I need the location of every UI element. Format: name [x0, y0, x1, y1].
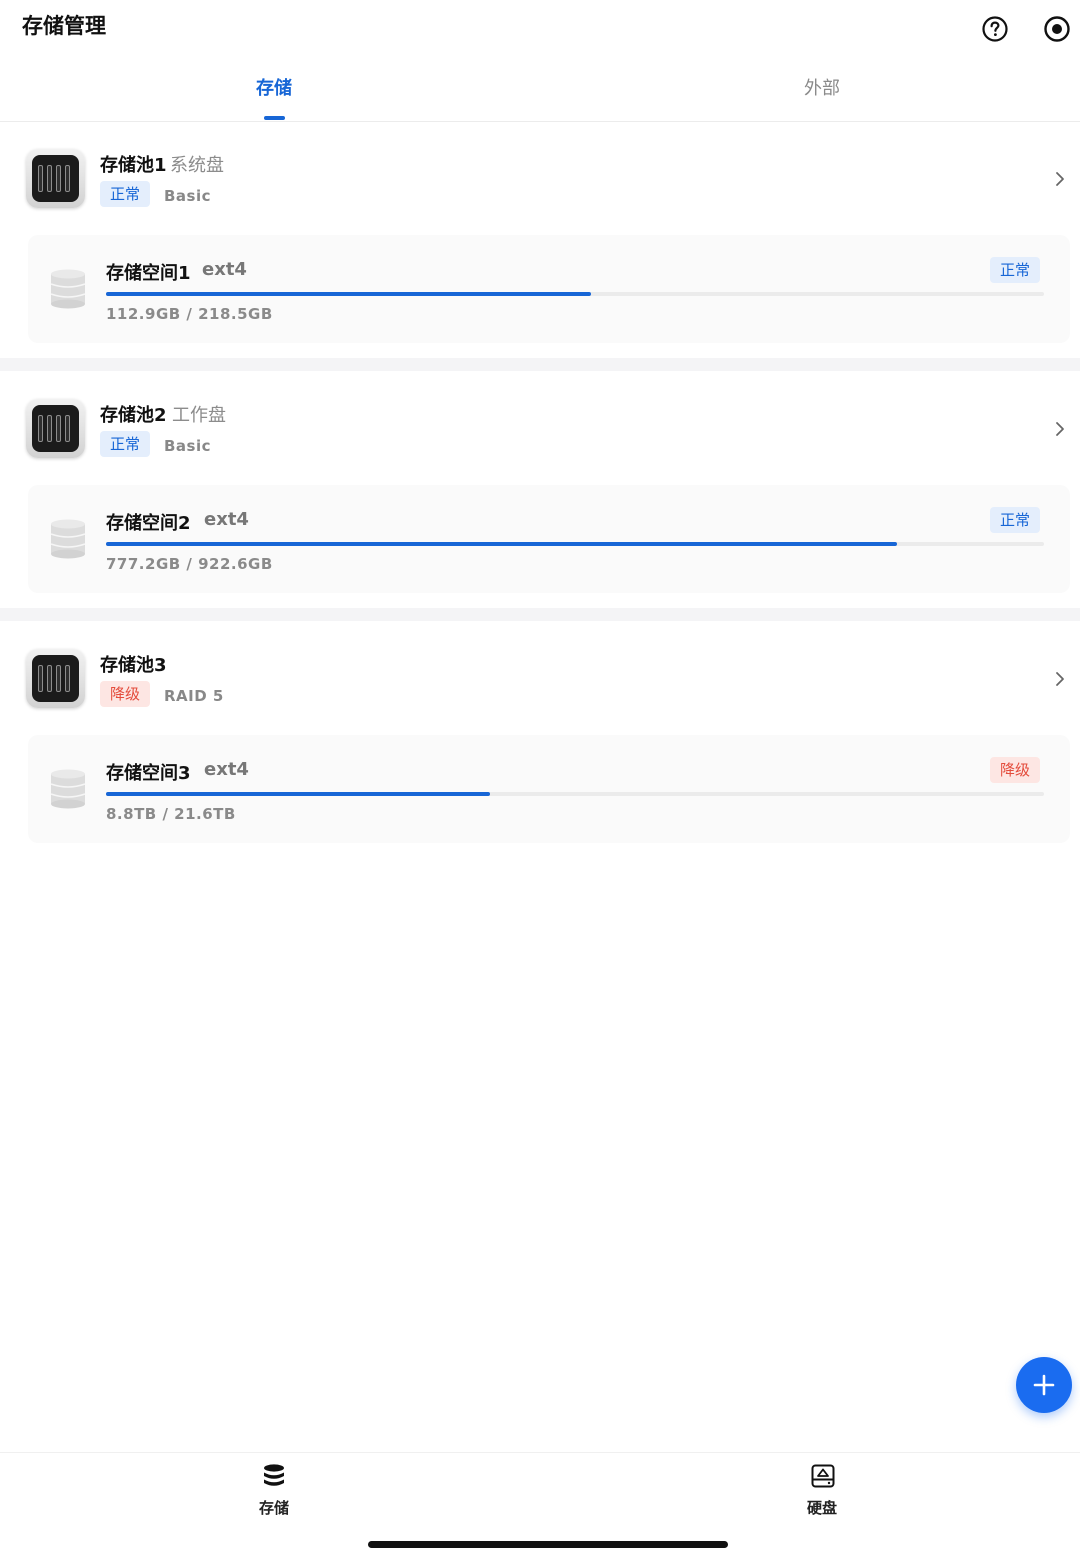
space-name: 存储空间1	[106, 263, 191, 284]
filesystem-type: ext4	[204, 509, 249, 530]
nav-item-disk[interactable]: 硬盘	[772, 1463, 872, 1523]
raid-type: Basic	[164, 437, 212, 455]
storage-space-card[interactable]: 存储空间3 ext4 降级 8.8TB / 21.6TB	[28, 735, 1070, 843]
database-cylinder-icon	[50, 519, 86, 559]
pool-name: 存储池3	[100, 655, 167, 676]
nav-label-storage: 存储	[258, 1499, 289, 1517]
space-name: 存储空间2	[106, 513, 191, 534]
pool-description: 工作盘	[172, 405, 226, 426]
pool-status-badge: 降级	[100, 681, 151, 707]
usage-progress-bar	[106, 792, 1044, 796]
database-cylinder-icon	[50, 769, 86, 809]
help-circle-icon[interactable]	[980, 14, 1010, 44]
chevron-right-icon[interactable]	[1050, 669, 1070, 689]
storage-pool-card[interactable]: 存储池2 工作盘 正常 Basic 存储空间2 ext4 正常 777.2GB …	[0, 373, 1080, 610]
space-status-badge: 降级	[990, 757, 1041, 783]
usage-progress-bar	[106, 542, 1044, 546]
nav-label-disk: 硬盘	[806, 1499, 837, 1517]
section-divider	[0, 608, 1080, 621]
page-title: 存储管理	[22, 14, 106, 38]
tab-storage[interactable]: 存储	[4, 74, 544, 100]
top-bar: 存储管理	[0, 0, 1080, 60]
pool-status-badge: 正常	[100, 431, 151, 457]
record-icon[interactable]	[1042, 14, 1072, 44]
pool-status-badge: 正常	[100, 181, 151, 207]
usage-progress-fill	[106, 292, 591, 296]
storage-pool-card[interactable]: 存储池1 系统盘 正常 Basic 存储空间1 ext4 正常 112.9GB …	[0, 123, 1080, 360]
nas-icon	[26, 149, 85, 208]
nav-item-storage[interactable]: 存储	[224, 1463, 324, 1523]
plus-icon	[1033, 1374, 1055, 1396]
space-status-badge: 正常	[990, 507, 1041, 533]
tab-bar: 存储 外部	[0, 60, 1080, 122]
tab-external[interactable]: 外部	[552, 74, 1080, 100]
nas-icon	[26, 399, 85, 458]
usage-progress-fill	[106, 792, 490, 796]
space-status-badge: 正常	[990, 257, 1041, 283]
usage-progress-fill	[106, 542, 897, 546]
space-usage: 8.8TB / 21.6TB	[106, 805, 236, 823]
pool-description: 系统盘	[170, 155, 224, 176]
database-cylinder-icon	[50, 269, 86, 309]
home-indicator	[368, 1541, 728, 1548]
database-icon	[264, 1464, 284, 1486]
storage-space-card[interactable]: 存储空间1 ext4 正常 112.9GB / 218.5GB	[28, 235, 1070, 343]
section-divider	[0, 358, 1080, 371]
add-button[interactable]	[1016, 1357, 1072, 1413]
chevron-right-icon[interactable]	[1050, 169, 1070, 189]
nas-icon	[26, 649, 85, 708]
filesystem-type: ext4	[204, 759, 249, 780]
space-name: 存储空间3	[106, 763, 191, 784]
usage-progress-bar	[106, 292, 1044, 296]
storage-space-card[interactable]: 存储空间2 ext4 正常 777.2GB / 922.6GB	[28, 485, 1070, 593]
space-usage: 112.9GB / 218.5GB	[106, 305, 273, 323]
pool-name: 存储池2	[100, 405, 167, 426]
active-tab-indicator	[264, 116, 285, 120]
filesystem-type: ext4	[202, 259, 247, 280]
raid-type: RAID 5	[164, 687, 224, 705]
raid-type: Basic	[164, 187, 212, 205]
hard-drive-icon	[811, 1464, 835, 1488]
storage-pool-card[interactable]: 存储池3 降级 RAID 5 存储空间3 ext4 降级 8.8TB / 21.…	[0, 623, 1080, 860]
pool-name: 存储池1	[100, 155, 167, 176]
chevron-right-icon[interactable]	[1050, 419, 1070, 439]
space-usage: 777.2GB / 922.6GB	[106, 555, 273, 573]
